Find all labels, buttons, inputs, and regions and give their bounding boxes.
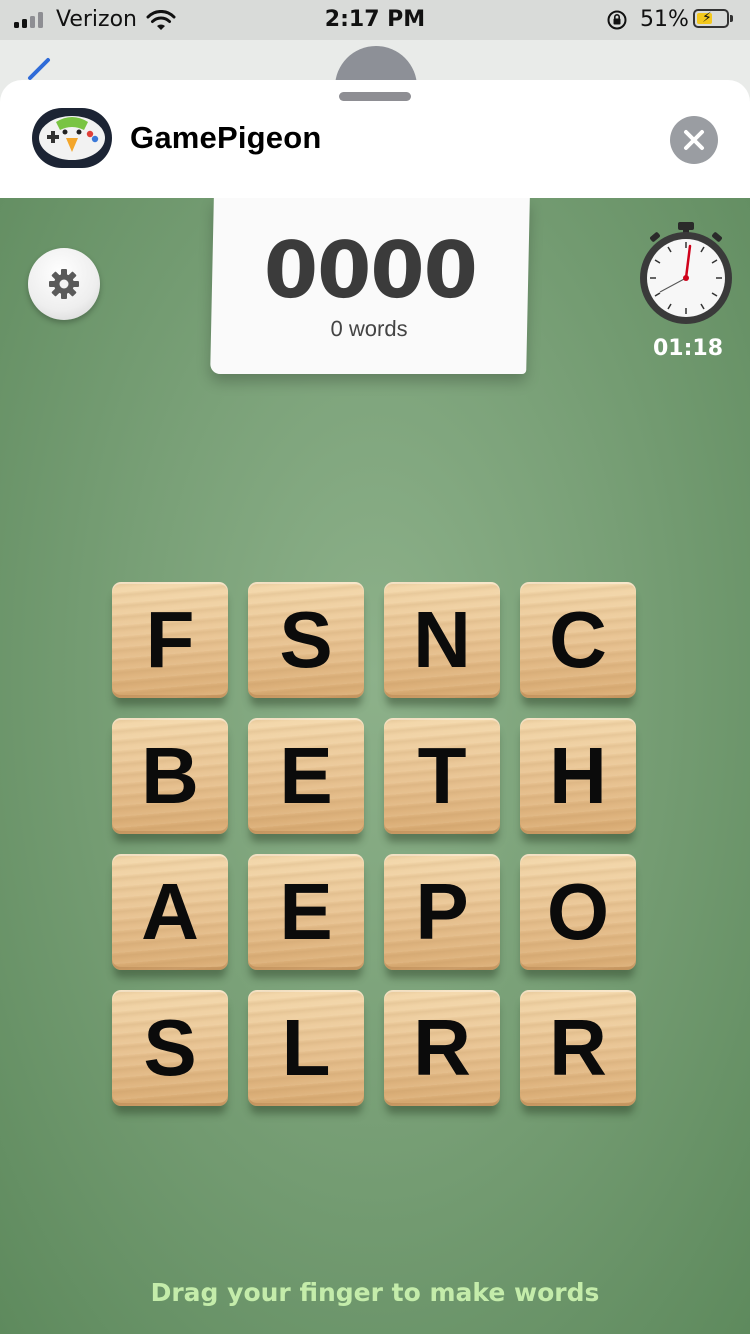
- gear-icon: [49, 269, 79, 299]
- battery-percent: 51%: [640, 7, 689, 32]
- letter-tile[interactable]: S: [112, 990, 228, 1106]
- letter-tile[interactable]: F: [112, 582, 228, 698]
- orientation-lock-icon: [607, 10, 627, 30]
- battery-cap: [730, 15, 733, 22]
- letter-tile[interactable]: E: [248, 854, 364, 970]
- letter-tile[interactable]: T: [384, 718, 500, 834]
- letter-tile[interactable]: N: [384, 582, 500, 698]
- letter-tile[interactable]: C: [520, 582, 636, 698]
- timer-value: 01:18: [652, 336, 724, 361]
- score-card: 0000 0 words: [210, 198, 530, 374]
- letter-tile[interactable]: R: [384, 990, 500, 1106]
- letter-tile[interactable]: H: [520, 718, 636, 834]
- close-icon: [684, 130, 704, 150]
- letter-tile[interactable]: B: [112, 718, 228, 834]
- app-title: GamePigeon: [130, 120, 322, 155]
- letter-tile[interactable]: P: [384, 854, 500, 970]
- gamepigeon-app-icon: [32, 108, 112, 168]
- battery-charging-icon: ⚡: [693, 9, 729, 28]
- game-board-area: 0000 0 words 01:18 F S N C B E T H A E P…: [0, 198, 750, 1334]
- score-value: 0000: [262, 226, 478, 316]
- letter-tile[interactable]: E: [248, 718, 364, 834]
- status-time: 2:17 PM: [324, 7, 426, 32]
- close-button[interactable]: [670, 116, 718, 164]
- letter-tile[interactable]: A: [112, 854, 228, 970]
- stopwatch-icon: [640, 222, 732, 324]
- sheet-grabber[interactable]: [339, 92, 411, 101]
- settings-button[interactable]: [28, 248, 100, 320]
- letter-tile[interactable]: R: [520, 990, 636, 1106]
- letter-tile[interactable]: O: [520, 854, 636, 970]
- word-count: 0 words: [330, 316, 408, 341]
- status-bar: Verizon 2:17 PM 51% ⚡: [0, 0, 750, 40]
- letter-tile[interactable]: S: [248, 582, 364, 698]
- app-sheet-header: GamePigeon: [0, 80, 750, 198]
- instruction-hint: Drag your finger to make words: [150, 1278, 600, 1307]
- letter-tile[interactable]: L: [248, 990, 364, 1106]
